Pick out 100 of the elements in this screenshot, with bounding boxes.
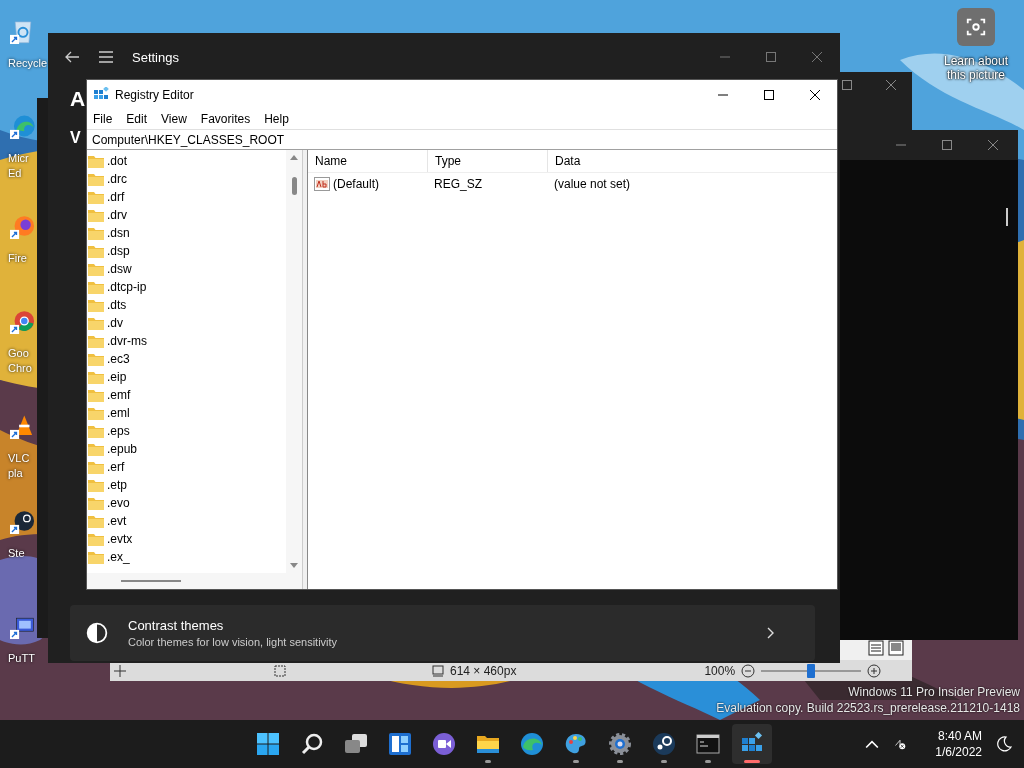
folder-icon: [88, 280, 104, 294]
registry-key[interactable]: .epub: [107, 442, 138, 456]
folder-icon: [88, 190, 104, 204]
menu-icon[interactable]: [98, 49, 114, 65]
registry-key[interactable]: .erf: [107, 460, 125, 474]
folder-icon: [88, 370, 104, 384]
scroll-down-arrow-icon[interactable]: [290, 563, 298, 569]
back-arrow-icon[interactable]: [64, 49, 80, 65]
registry-key[interactable]: .emf: [107, 388, 131, 402]
zoom-in-icon[interactable]: [867, 663, 882, 678]
registry-key[interactable]: .drc: [107, 172, 127, 186]
task-view-icon: [344, 732, 368, 756]
image-size-icon: [432, 664, 444, 677]
folder-icon: [88, 460, 104, 474]
column-header[interactable]: Type: [428, 150, 548, 172]
registry-key[interactable]: .dsw: [107, 262, 132, 276]
column-header[interactable]: Data: [548, 150, 748, 172]
list-view-icon[interactable]: [868, 640, 884, 656]
value-type: REG_SZ: [433, 177, 483, 191]
value-name[interactable]: (Default): [333, 177, 379, 191]
folder-icon: [88, 334, 104, 348]
folder-icon: [88, 514, 104, 528]
registry-key[interactable]: .dsn: [107, 226, 130, 240]
os-notice-text: Windows 11 Pro Insider Preview: [848, 684, 1020, 700]
four-squares-icon: [256, 732, 280, 756]
registry-key[interactable]: .evtx: [107, 532, 133, 546]
registry-key[interactable]: .dts: [107, 298, 127, 312]
folder-icon: [88, 244, 104, 258]
registry-key[interactable]: .dvr-ms: [107, 334, 147, 348]
string-value-icon: [314, 177, 330, 191]
widgets-icon: [388, 732, 412, 756]
registry-key[interactable]: .evt: [107, 514, 127, 528]
value-data: (value not set): [553, 177, 632, 191]
moon-icon[interactable]: [996, 736, 1012, 752]
clock-date: 1/6/2022: [935, 744, 982, 760]
spotlight-label: Learn about this picture: [942, 54, 1010, 82]
chevron-right-icon: [767, 627, 775, 639]
folder-icon: [88, 496, 104, 510]
vertical-scrollbar[interactable]: [286, 150, 302, 573]
no-network-icon[interactable]: [893, 738, 908, 750]
registry-key[interactable]: .ec3: [107, 352, 130, 366]
slider-thumb[interactable]: [807, 663, 816, 678]
scroll-up-arrow-icon[interactable]: [290, 154, 298, 160]
address-field[interactable]: Computer\HKEY_CLASSES_ROOT: [87, 129, 837, 150]
app-shortcut-icon[interactable]: [10, 213, 36, 239]
disc-icon: [652, 732, 676, 756]
clock[interactable]: 8:40 AM 1/6/2022: [935, 728, 982, 760]
search-icon: [300, 732, 324, 756]
chevron-up-icon[interactable]: [865, 738, 880, 750]
registry-key[interactable]: .etp: [107, 478, 127, 492]
menu-item[interactable]: Help: [264, 112, 289, 126]
registry-key[interactable]: .dsp: [107, 244, 130, 258]
window-title: Registry Editor: [115, 87, 194, 102]
folder-icon: [88, 532, 104, 546]
zoom-out-icon[interactable]: [741, 663, 756, 678]
registry-key[interactable]: .drv: [107, 208, 127, 222]
image-size-text: 614 × 460px: [450, 663, 517, 678]
folder-icon: [88, 208, 104, 222]
spotlight-button[interactable]: [957, 8, 995, 46]
terminal-icon: [696, 732, 720, 756]
registry-key[interactable]: .evo: [107, 496, 130, 510]
registry-key[interactable]: .drf: [107, 190, 125, 204]
folder-icon: [88, 424, 104, 438]
menu-item[interactable]: Edit: [126, 112, 148, 126]
desktop-icon-label: Micr: [7, 151, 29, 166]
menu-item[interactable]: View: [161, 112, 187, 126]
desktop-icon-label: Recycle: [7, 56, 48, 71]
registry-key[interactable]: .eip: [107, 370, 127, 384]
registry-key[interactable]: .eml: [107, 406, 130, 420]
column-header[interactable]: Name: [308, 150, 428, 172]
folder-icon: [88, 406, 104, 420]
app-shortcut-icon[interactable]: [10, 508, 36, 534]
folder-icon: [88, 478, 104, 492]
registry-key[interactable]: .eps: [107, 424, 130, 438]
scrollbar-thumb[interactable]: [1006, 208, 1008, 226]
card-title: Contrast themes: [128, 618, 225, 633]
desktop-icon-label: Chro: [7, 361, 32, 376]
menu-item[interactable]: Favorites: [200, 112, 251, 126]
video-call-icon: [432, 732, 456, 756]
horizontal-scrollbar[interactable]: [87, 573, 302, 589]
window-title: Settings: [132, 49, 179, 65]
close-icon[interactable]: [810, 89, 820, 100]
registry-key[interactable]: .dot: [107, 154, 127, 168]
folder-icon: [88, 226, 104, 240]
registry-key[interactable]: .dtcp-ip: [107, 280, 147, 294]
contrast-themes-card[interactable]: Contrast themes Color themes for low vision, light sensitivity: [70, 605, 815, 661]
folder-icon: [88, 298, 104, 312]
contrast-icon: [86, 622, 108, 644]
desktop-icon-label: Goo: [7, 346, 29, 361]
registry-key[interactable]: .ex_: [107, 550, 130, 564]
full-view-icon[interactable]: [888, 640, 904, 656]
desktop-icon-label: PuTT: [7, 651, 35, 666]
maximize-icon[interactable]: [764, 89, 774, 100]
registry-key[interactable]: .dv: [107, 316, 123, 330]
desktop-icon-label: VLC: [7, 451, 30, 466]
move-icon: [114, 664, 126, 677]
menu-item[interactable]: File: [93, 112, 113, 126]
settings-icon: [608, 732, 632, 756]
zoom-slider[interactable]: [761, 662, 862, 679]
folder-icon: [88, 262, 104, 276]
